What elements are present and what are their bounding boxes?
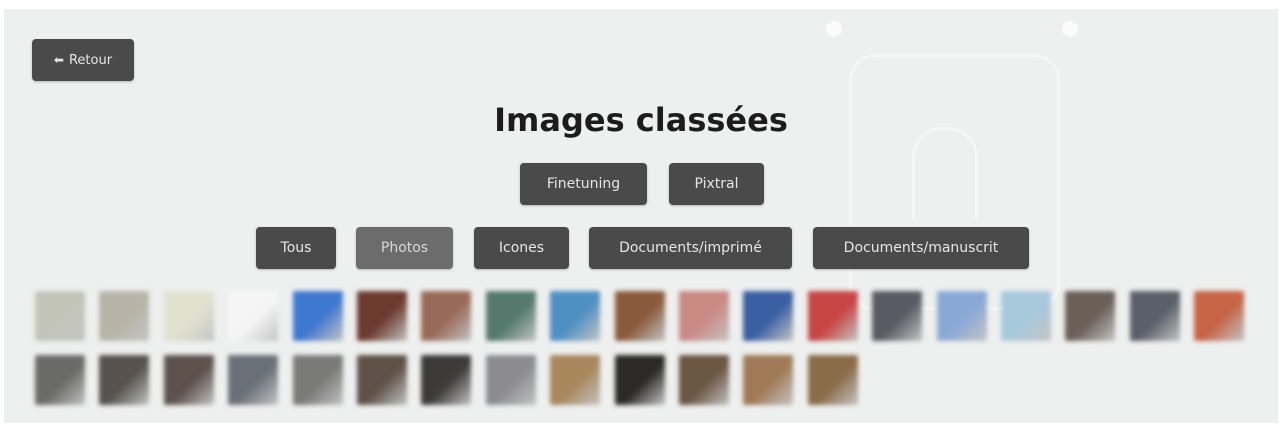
image-thumbnail[interactable] [614,355,665,405]
image-thumbnail[interactable] [1001,291,1051,341]
model-button-finetuning[interactable]: Finetuning [520,163,647,205]
image-thumbnail[interactable] [679,291,729,341]
model-button-pixtral[interactable]: Pixtral [669,163,764,205]
image-thumbnail[interactable] [292,291,343,341]
watermark-logo-shape [912,127,978,220]
image-thumbnail[interactable] [421,291,472,341]
filter-button-label: Documents/imprimé [619,240,762,256]
arrow-left-icon: ⬅ [53,53,64,67]
model-button-label: Pixtral [694,176,739,192]
image-thumbnail[interactable] [807,291,858,341]
image-thumbnail[interactable] [743,291,794,341]
image-thumbnail[interactable] [292,355,343,405]
image-thumbnail[interactable] [679,355,729,405]
filter-button-label: Tous [280,240,312,256]
watermark-dot [1062,21,1078,37]
filter-button-tous[interactable]: Tous [256,227,336,269]
image-thumbnail[interactable] [807,355,858,405]
image-thumbnail[interactable] [872,291,923,341]
image-thumbnail[interactable] [35,291,85,341]
filter-button-label: Icones [498,240,545,256]
image-thumbnail[interactable] [1194,291,1245,341]
image-thumbnail[interactable] [550,291,601,341]
image-thumbnail[interactable] [99,291,150,341]
image-thumbnail[interactable] [99,355,150,405]
gallery-page: ⬅ Retour Images classées Finetuning Pixt… [4,9,1278,423]
watermark-logo [849,54,1060,310]
image-thumbnail[interactable] [163,355,214,405]
image-thumbnail[interactable] [936,291,987,341]
image-thumbnail[interactable] [485,355,536,405]
image-thumbnail[interactable] [421,355,472,405]
image-thumbnail[interactable] [228,355,279,405]
back-button[interactable]: ⬅ Retour [32,39,134,81]
image-thumbnail[interactable] [485,291,536,341]
image-thumbnail[interactable] [550,355,601,405]
image-thumbnail[interactable] [357,355,407,405]
filter-button-photos[interactable]: Photos [356,227,453,269]
image-thumbnail[interactable] [743,355,794,405]
filter-button-label: Documents/manuscrit [843,240,999,256]
image-thumbnail[interactable] [614,291,665,341]
image-thumbnail[interactable] [228,291,279,341]
page-title: Images classées [494,101,788,139]
image-thumbnail[interactable] [357,291,407,341]
filter-button-label: Photos [380,240,429,256]
image-thumbnail[interactable] [1065,291,1116,341]
filter-button-documents-manuscrit[interactable]: Documents/manuscrit [813,227,1029,269]
model-button-label: Finetuning [546,176,621,192]
back-button-label: Retour [68,52,113,68]
watermark-dot [826,21,842,37]
filter-button-icones[interactable]: Icones [474,227,569,269]
filter-button-documents-imprime[interactable]: Documents/imprimé [589,227,792,269]
image-thumbnail[interactable] [35,355,85,405]
image-thumbnail[interactable] [163,291,214,341]
image-thumbnail[interactable] [1129,291,1180,341]
